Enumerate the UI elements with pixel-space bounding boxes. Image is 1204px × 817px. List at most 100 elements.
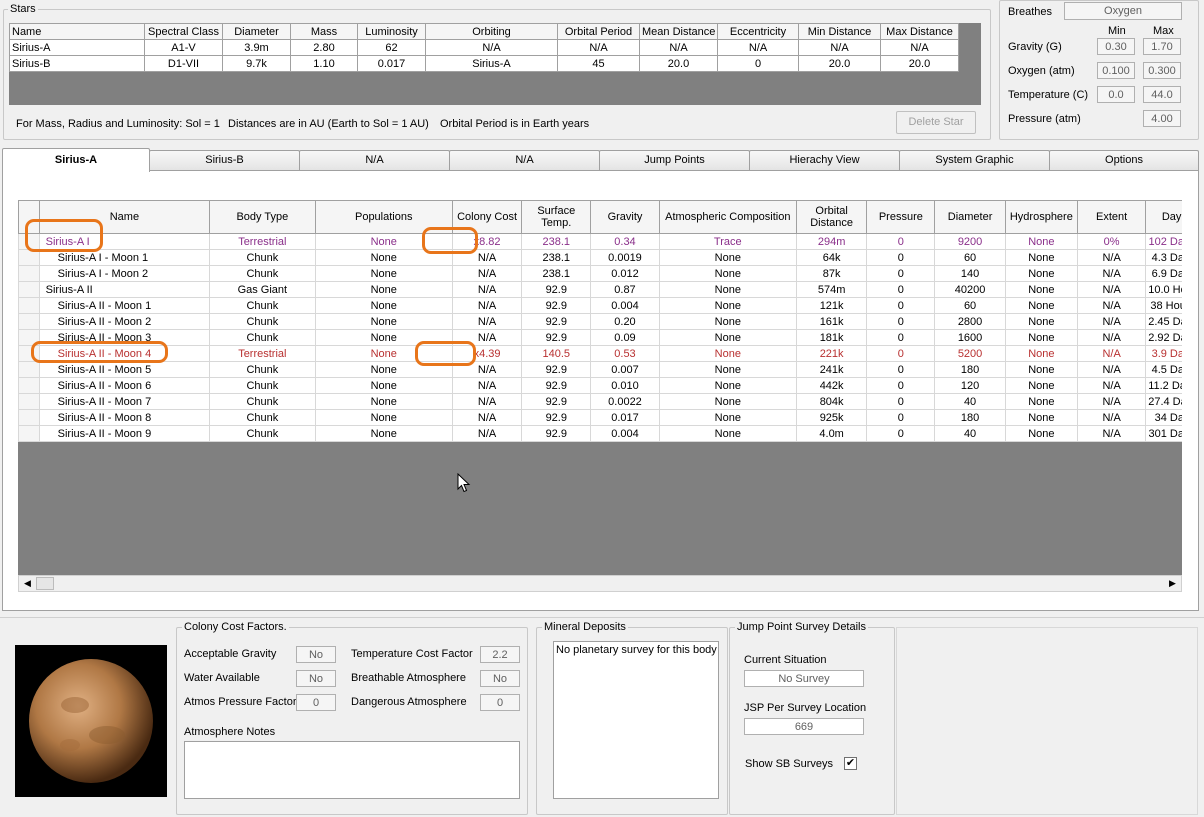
breathes-max-field[interactable]: 4.00 [1143, 110, 1181, 127]
body-row[interactable]: Sirius-A I - Moon 2 Chunk None N/A 238.1 0.01… [18, 265, 1182, 282]
stars-column-header[interactable]: Luminosity [357, 23, 426, 40]
bodies-column-header[interactable]: Colony Cost [451, 200, 523, 234]
stars-column-header[interactable]: Name [9, 23, 145, 40]
body-row[interactable]: Sirius-A II Gas Giant None N/A 92.9 0.87 None 5… [18, 281, 1182, 298]
body-row[interactable]: Sirius-A II - Moon 5 Chunk None N/A 92.9 0.00… [18, 361, 1182, 378]
row-selector[interactable] [18, 233, 40, 250]
body-cell: Sirius-A II - Moon 9 [38, 425, 211, 442]
bodies-column-header[interactable]: Body Type [209, 200, 316, 234]
row-selector[interactable] [18, 425, 40, 442]
row-selector[interactable] [18, 265, 40, 282]
stars-column-header[interactable]: Orbital Period [557, 23, 640, 40]
current-situation-field[interactable]: No Survey [744, 670, 864, 687]
tab-jump-points[interactable]: Jump Points [599, 150, 750, 170]
breathes-max-field[interactable]: 0.300 [1143, 62, 1181, 79]
bodies-column-header[interactable]: Atmospheric Composition [658, 200, 798, 234]
body-cell: 40 [934, 425, 1006, 442]
tab-sirius-a[interactable]: Sirius-A [2, 148, 150, 172]
row-selector[interactable] [18, 281, 40, 298]
show-sb-surveys-checkbox[interactable]: ✔ [844, 757, 857, 770]
stars-column-header[interactable]: Spectral Class [144, 23, 223, 40]
dangerous-field[interactable]: 0 [480, 694, 520, 711]
breathes-field[interactable]: Oxygen [1064, 2, 1182, 20]
stars-column-header[interactable]: Max Distance [880, 23, 959, 40]
bodies-column-header[interactable]: Pressure [866, 200, 936, 234]
tab-n-a[interactable]: N/A [299, 150, 450, 170]
tab-sirius-b[interactable]: Sirius-B [149, 150, 300, 170]
body-cell: 92.9 [521, 297, 592, 314]
scroll-thumb[interactable] [36, 577, 54, 590]
row-selector[interactable] [18, 345, 40, 362]
breathes-label: Breathes [1008, 6, 1053, 18]
body-row[interactable]: Sirius-A I Terrestrial None x8.82 238.1 0.34 T… [18, 233, 1182, 250]
temperature-factor-field[interactable]: 2.2 [480, 646, 520, 663]
bodies-column-header[interactable]: Gravity [590, 200, 660, 234]
tab-options[interactable]: Options [1049, 150, 1199, 170]
scroll-left-icon[interactable]: ◀ [19, 576, 36, 591]
breathable-field[interactable]: No [480, 670, 520, 687]
stars-column-header[interactable]: Min Distance [798, 23, 881, 40]
bodies-column-header[interactable]: Hydrosphere [1004, 200, 1079, 234]
bodies-grid-area[interactable]: Name Body Type Populations Colony Cost Surfa… [18, 200, 1182, 575]
row-selector[interactable] [18, 409, 40, 426]
breathes-max-field[interactable]: 44.0 [1143, 86, 1181, 103]
bodies-column-header[interactable]: Populations [314, 200, 453, 234]
bodies-column-header[interactable]: Day [1145, 200, 1182, 234]
body-cell: 221k [795, 345, 868, 362]
stars-column-header[interactable]: Mean Distance [639, 23, 718, 40]
bodies-column-header[interactable]: Diameter [934, 200, 1006, 234]
acceptable-gravity-field[interactable]: No [296, 646, 336, 663]
body-cell: 0.012 [590, 265, 660, 282]
jsp-per-survey-field[interactable]: 669 [744, 718, 864, 735]
bodies-column-header[interactable]: Surface Temp. [521, 200, 592, 234]
breathes-min-field[interactable]: 0.0 [1097, 86, 1135, 103]
atmosphere-notes-textarea[interactable] [184, 741, 520, 799]
star-cell: 2.80 [290, 39, 358, 56]
body-row[interactable]: Sirius-A II - Moon 6 Chunk None N/A 92.9 0.01… [18, 377, 1182, 394]
body-row[interactable]: Sirius-A I - Moon 1 Chunk None N/A 238.1 0.00… [18, 249, 1182, 266]
body-cell: 4.5 Days [1145, 361, 1182, 378]
body-row[interactable]: Sirius-A II - Moon 7 Chunk None N/A 92.9 0.00… [18, 393, 1182, 410]
tab-hierachy-view[interactable]: Hierachy View [749, 150, 900, 170]
stars-column-header[interactable]: Orbiting [425, 23, 558, 40]
star-row[interactable]: Sirius-A A1-V 3.9m 2.80 62 N/A N/A N/A N/A N/A N/A [9, 39, 959, 56]
breathes-max-field[interactable]: 1.70 [1143, 38, 1181, 55]
bodies-horizontal-scrollbar[interactable]: ◀ ▶ [18, 575, 1182, 592]
stars-grid-area[interactable]: Name Spectral Class Diameter Mass Luminosity… [9, 23, 981, 105]
delete-star-button[interactable]: Delete Star [896, 111, 976, 134]
row-selector[interactable] [18, 361, 40, 378]
row-selector[interactable] [18, 297, 40, 314]
body-row[interactable]: Sirius-A II - Moon 9 Chunk None N/A 92.9 0.00… [18, 425, 1182, 442]
row-selector[interactable] [18, 393, 40, 410]
row-selector[interactable] [18, 377, 40, 394]
body-row[interactable]: Sirius-A II - Moon 2 Chunk None N/A 92.9 0.20… [18, 313, 1182, 330]
stars-table[interactable]: Name Spectral Class Diameter Mass Luminosity… [9, 23, 959, 72]
body-row[interactable]: Sirius-A II - Moon 4 Terrestrial None x4.39… [18, 345, 1182, 362]
body-cell: N/A [451, 249, 523, 266]
body-row[interactable]: Sirius-A II - Moon 3 Chunk None N/A 92.9 0.09… [18, 329, 1182, 346]
star-cell: 0 [717, 55, 799, 72]
row-selector[interactable] [18, 249, 40, 266]
scroll-right-icon[interactable]: ▶ [1164, 576, 1181, 591]
star-row[interactable]: Sirius-B D1-VII 9.7k 1.10 0.017 Sirius-A 45 20.… [9, 55, 959, 72]
breathes-min-field[interactable]: 0.100 [1097, 62, 1135, 79]
bodies-column-header[interactable]: Orbital Distance [795, 200, 868, 234]
water-available-field[interactable]: No [296, 670, 336, 687]
atmos-pressure-field[interactable]: 0 [296, 694, 336, 711]
body-row[interactable]: Sirius-A II - Moon 1 Chunk None N/A 92.9 0.00… [18, 297, 1182, 314]
body-row[interactable]: Sirius-A II - Moon 8 Chunk None N/A 92.9 0.01… [18, 409, 1182, 426]
breathes-min-field[interactable]: 0.30 [1097, 38, 1135, 55]
bodies-table[interactable]: Name Body Type Populations Colony Cost Surfa… [18, 200, 1182, 442]
body-cell: N/A [1077, 377, 1147, 394]
tab-system-graphic[interactable]: System Graphic [899, 150, 1050, 170]
body-cell: 2800 [934, 313, 1006, 330]
mineral-deposits-list[interactable]: No planetary survey for this body [553, 641, 719, 799]
row-selector[interactable] [18, 313, 40, 330]
row-selector[interactable] [18, 329, 40, 346]
stars-column-header[interactable]: Diameter [222, 23, 291, 40]
bodies-column-header[interactable]: Extent [1077, 200, 1147, 234]
stars-column-header[interactable]: Mass [290, 23, 358, 40]
stars-column-header[interactable]: Eccentricity [717, 23, 799, 40]
bodies-column-header[interactable]: Name [38, 200, 211, 234]
tab-n-a[interactable]: N/A [449, 150, 600, 170]
